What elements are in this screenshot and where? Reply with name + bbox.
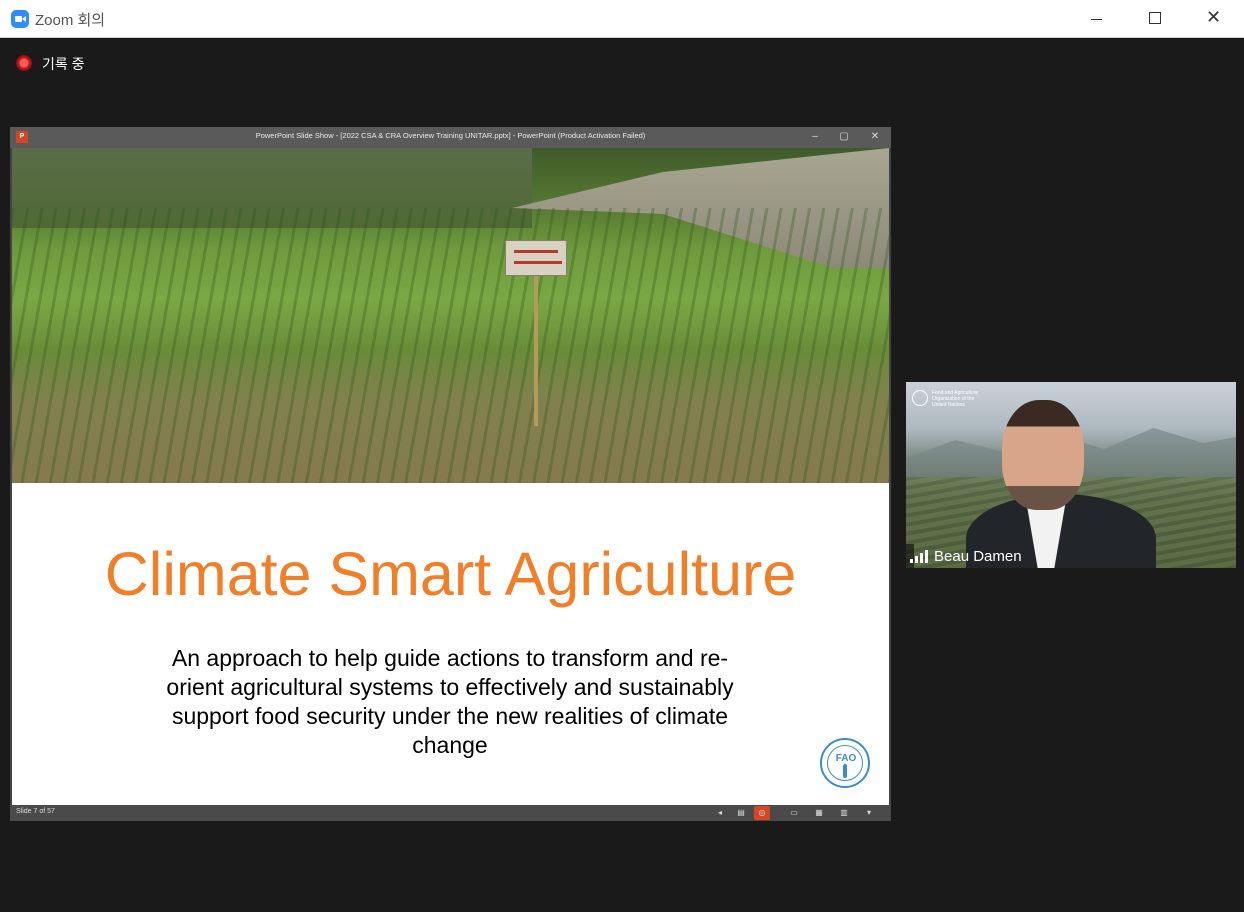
photo-sign-pole xyxy=(534,276,538,426)
slide-canvas[interactable]: Climate Smart Agriculture An approach to… xyxy=(12,148,889,805)
close-icon: ✕ xyxy=(1206,7,1222,28)
powerpoint-status-bar: Slide 7 of 57 ◂ ▤ ◎ ▭ ▦ ▥ ▾ xyxy=(10,805,891,821)
powerpoint-window-title: PowerPoint Slide Show - [2022 CSA & CRA … xyxy=(255,131,646,140)
participant-video-tile[interactable]: Food and Agriculture Organization of the… xyxy=(906,382,1236,568)
powerpoint-minimize-button[interactable]: – xyxy=(807,129,823,145)
notes-icon[interactable]: ▤ xyxy=(736,808,746,818)
fao-mini-logo-icon xyxy=(912,390,928,406)
powerpoint-maximize-button[interactable]: ▢ xyxy=(836,129,852,145)
powerpoint-titlebar: P PowerPoint Slide Show - [2022 CSA & CR… xyxy=(10,127,891,148)
photo-crop-rows xyxy=(12,208,889,483)
slide-photo-field xyxy=(12,148,889,483)
zoom-logo-icon xyxy=(11,10,29,28)
slide-title: Climate Smart Agriculture xyxy=(104,540,797,608)
slide-sorter-icon[interactable]: ▦ xyxy=(814,808,824,818)
shared-screen-powerpoint: P PowerPoint Slide Show - [2022 CSA & CR… xyxy=(10,127,891,821)
minimize-button[interactable] xyxy=(1068,0,1126,38)
fao-logo-text: FAO xyxy=(835,753,857,764)
slide-counter: Slide 7 of 57 xyxy=(16,808,55,815)
recording-label: 기록 중 xyxy=(42,56,85,72)
participant-name-tag: Beau Damen xyxy=(906,544,1022,568)
fao-wheat-icon xyxy=(843,764,847,778)
pointer-options-icon[interactable]: ◎ xyxy=(754,806,770,820)
maximize-button[interactable] xyxy=(1126,0,1184,38)
minimize-icon xyxy=(1091,19,1102,20)
signal-strength-icon xyxy=(910,550,928,563)
sign-text-line xyxy=(514,250,558,253)
fao-logo-icon: FAO xyxy=(820,738,870,788)
participant-name: Beau Damen xyxy=(934,548,1022,565)
maximize-icon xyxy=(1149,12,1161,24)
previous-icon[interactable]: ◂ xyxy=(715,808,725,818)
window-title: Zoom 회의 xyxy=(35,12,106,29)
reading-view-icon[interactable]: ▥ xyxy=(839,808,849,818)
photo-sign xyxy=(505,240,567,276)
window-titlebar: Zoom 회의 ✕ xyxy=(0,0,1244,38)
normal-view-icon[interactable]: ▭ xyxy=(789,808,799,818)
slideshow-menu-icon[interactable]: ▾ xyxy=(864,808,874,818)
fao-mini-caption: Food and Agriculture Organization of the… xyxy=(932,390,979,408)
powerpoint-close-button[interactable]: ✕ xyxy=(867,129,883,145)
slide-subtitle: An approach to help guide actions to tra… xyxy=(166,645,734,758)
recording-dot-icon xyxy=(16,55,32,71)
participant-head xyxy=(1002,400,1084,510)
close-button[interactable]: ✕ xyxy=(1184,0,1242,38)
sign-text-line xyxy=(514,261,562,264)
